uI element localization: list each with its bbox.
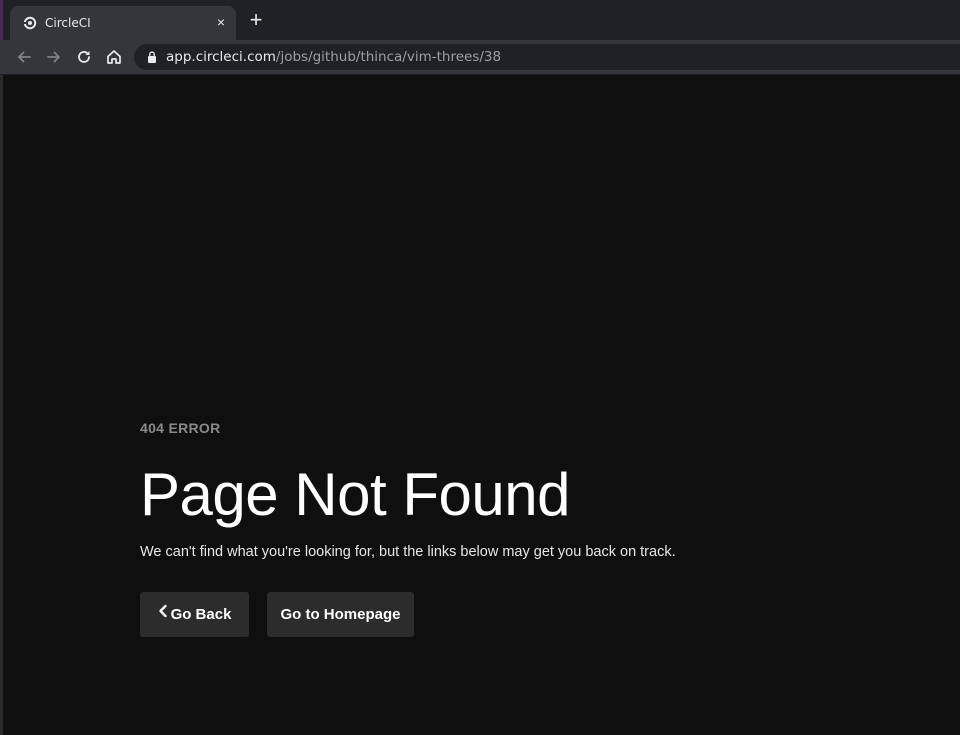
home-icon [107, 50, 121, 64]
lock-icon[interactable] [146, 50, 158, 64]
go-to-homepage-label: Go to Homepage [280, 606, 401, 623]
url-text: app.circleci.com/jobs/github/thinca/vim-… [166, 49, 501, 65]
new-tab-button[interactable]: + [246, 9, 266, 31]
page-title: Page Not Found [140, 461, 570, 528]
browser-window: CircleCI × + app.circleci.com/jobs/githu… [0, 0, 960, 735]
tab-circleci[interactable]: CircleCI × [10, 6, 236, 40]
window-edge [0, 0, 3, 40]
error-code: 404 ERROR [140, 420, 221, 436]
arrow-right-icon [47, 51, 60, 63]
arrow-left-icon [18, 51, 31, 63]
go-back-label: Go Back [170, 606, 232, 623]
tab-title: CircleCI [45, 16, 91, 30]
address-bar[interactable]: app.circleci.com/jobs/github/thinca/vim-… [134, 44, 960, 70]
reload-button[interactable] [74, 47, 94, 67]
url-path: /jobs/github/thinca/vim-threes/38 [275, 49, 502, 65]
forward-button[interactable] [44, 47, 64, 67]
circleci-logo-icon [23, 16, 37, 30]
back-button[interactable] [14, 47, 34, 67]
browser-toolbar: app.circleci.com/jobs/github/thinca/vim-… [0, 40, 960, 75]
reload-icon [78, 51, 90, 63]
url-host: app.circleci.com [166, 49, 276, 65]
error-message: We can't find what you're looking for, b… [140, 544, 676, 560]
close-tab-icon[interactable]: × [213, 14, 229, 30]
page-content: 404 ERROR Page Not Found We can't find w… [0, 75, 960, 735]
chevron-left-icon [158, 591, 168, 636]
go-to-homepage-button[interactable]: Go to Homepage [267, 592, 414, 637]
home-button[interactable] [104, 47, 124, 67]
tab-strip: CircleCI × + [0, 0, 960, 40]
go-back-button[interactable]: Go Back [140, 592, 249, 637]
